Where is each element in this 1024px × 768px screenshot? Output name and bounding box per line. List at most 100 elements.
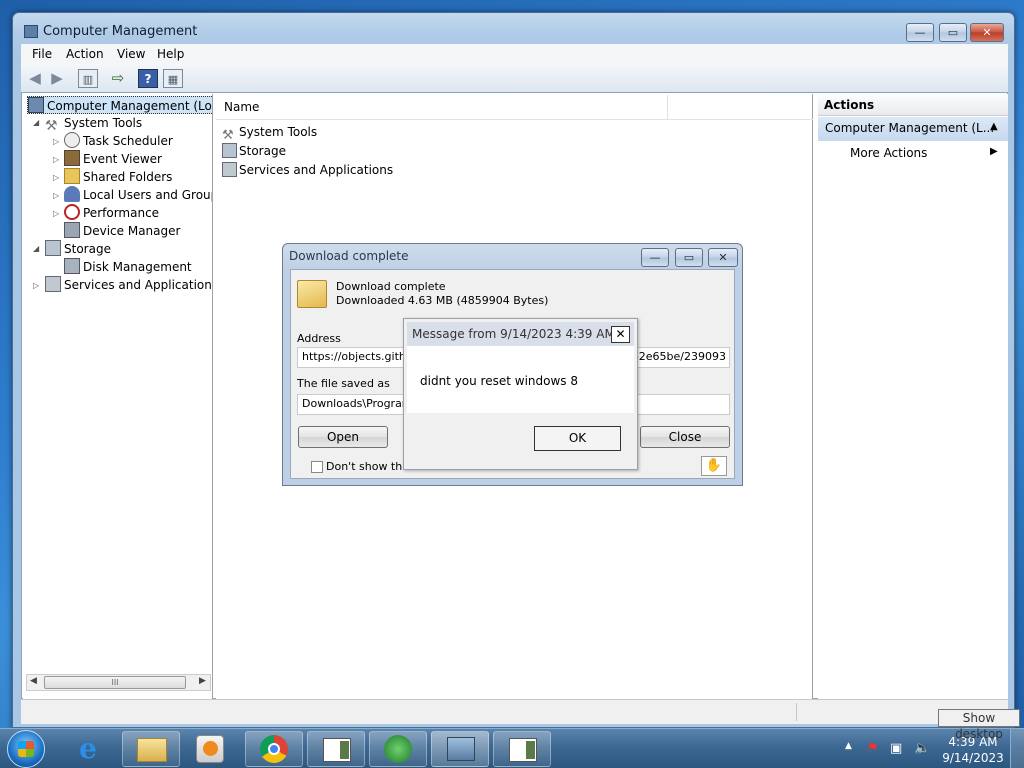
users-icon <box>64 186 80 202</box>
windows-logo-icon <box>18 741 34 757</box>
taskbar-chrome[interactable] <box>245 731 303 767</box>
tree-item-system-tools[interactable]: ⚒ System Tools <box>45 114 142 134</box>
dialog-maximize-button[interactable]: ▭ <box>675 248 703 267</box>
message-text: didnt you reset windows 8 <box>420 374 578 388</box>
media-player-icon[interactable] <box>196 735 224 763</box>
open-button[interactable]: Open <box>298 426 388 448</box>
services-icon <box>222 162 237 177</box>
more-actions[interactable]: More Actions ▶ <box>818 142 1008 164</box>
dialog-minimize-button[interactable]: — <box>641 248 669 267</box>
menu-file[interactable]: File <box>32 47 52 61</box>
tree-item-device-manager[interactable]: Device Manager <box>64 222 180 240</box>
message-title: Message from 9/14/2023 4:39 AM <box>412 327 615 341</box>
start-button[interactable] <box>7 730 45 768</box>
submenu-arrow-icon: ▶ <box>990 146 998 157</box>
expand-arrow-icon[interactable]: ▷ <box>33 281 39 290</box>
expand-arrow-icon[interactable]: ▷ <box>53 191 59 200</box>
status-divider <box>796 703 797 721</box>
scroll-right-icon[interactable]: ▶ <box>199 676 206 686</box>
taskbar-download-manager[interactable] <box>369 731 427 767</box>
computer-management-icon <box>447 737 475 761</box>
dialog-close-button[interactable]: ✕ <box>708 248 738 267</box>
console-tree: Computer Management (Local ◢ ⚒ System Too… <box>23 94 213 699</box>
tools-icon: ⚒ <box>45 118 58 134</box>
tools-icon: ⚒ <box>222 128 234 143</box>
tree-item-computer-management[interactable]: Computer Management (Local <box>27 96 212 114</box>
ok-button[interactable]: OK <box>534 426 621 451</box>
status-bar <box>21 699 1008 724</box>
message-dialog: Message from 9/14/2023 4:39 AM ✕ didnt y… <box>403 318 638 470</box>
actions-computer-management[interactable]: Computer Management (L... ▲ <box>818 117 1008 141</box>
column-header: Name <box>216 95 813 120</box>
storage-icon <box>45 240 61 256</box>
address-label: Address <box>297 332 341 345</box>
menu-action[interactable]: Action <box>66 47 104 61</box>
taskbar: e ▲ ⚑ ▣ 🔈 4:39 AM 9/14/2023 <box>0 728 1024 768</box>
menu-bar: File Action View Help <box>21 44 1008 65</box>
show-hide-tree-icon[interactable]: ▥ <box>78 69 98 88</box>
tree-item-event-viewer[interactable]: Event Viewer <box>64 150 162 168</box>
clock-icon <box>64 132 80 148</box>
folder-icon <box>137 738 167 762</box>
show-desktop-button[interactable] <box>1010 729 1024 768</box>
saved-as-label: The file saved as <box>297 377 390 390</box>
show-hidden-icons-icon[interactable]: ▲ <box>845 741 852 751</box>
tree-item-local-users[interactable]: Local Users and Groups <box>64 186 212 204</box>
download-heading: Download complete <box>336 280 446 293</box>
scroll-thumb[interactable]: III <box>44 676 186 689</box>
back-arrow-icon[interactable]: ◀ <box>25 69 45 88</box>
taskbar-explorer[interactable] <box>122 731 180 767</box>
taskbar-window-2[interactable] <box>493 731 551 767</box>
shared-folder-icon <box>64 168 80 184</box>
tree-horizontal-scrollbar[interactable]: ◀ III ▶ <box>26 674 211 691</box>
dialog-title: Download complete <box>289 249 409 263</box>
drag-hand-icon[interactable]: ✋ <box>701 456 727 476</box>
action-center-icon[interactable]: ⚑ <box>867 741 879 756</box>
volume-muted-icon[interactable]: 🔈 <box>914 741 930 756</box>
expand-arrow-icon[interactable]: ▷ <box>53 209 59 218</box>
window-title: Computer Management <box>43 24 198 39</box>
actions-pane: Actions Computer Management (L... ▲ More… <box>818 94 1008 699</box>
taskbar-window-1[interactable] <box>307 731 365 767</box>
storage-icon <box>222 143 237 158</box>
tree-item-storage[interactable]: Storage <box>45 240 111 258</box>
forward-arrow-icon[interactable]: ▶ <box>47 69 67 88</box>
close-download-button[interactable]: Close <box>640 426 730 448</box>
network-icon[interactable]: ▣ <box>890 741 902 756</box>
column-name-header[interactable]: Name <box>224 100 259 114</box>
tree-item-task-scheduler[interactable]: Task Scheduler <box>64 132 173 150</box>
expand-arrow-icon[interactable]: ▷ <box>53 173 59 182</box>
expand-arrow-icon[interactable]: ▷ <box>53 155 59 164</box>
computer-management-icon <box>24 25 38 38</box>
minimize-button[interactable]: — <box>906 23 934 42</box>
taskbar-computer-management[interactable] <box>431 731 489 767</box>
collapse-up-icon[interactable]: ▲ <box>990 121 998 132</box>
maximize-button[interactable]: ▭ <box>939 23 967 42</box>
disk-icon <box>64 258 80 274</box>
folder-icon <box>297 280 327 308</box>
menu-view[interactable]: View <box>117 47 145 61</box>
download-manager-icon <box>384 735 412 763</box>
export-list-icon[interactable]: ⇨ <box>108 69 128 88</box>
tree-item-services-apps[interactable]: Services and Applications <box>45 276 212 294</box>
tree-item-shared-folders[interactable]: Shared Folders <box>64 168 172 186</box>
app-window-icon <box>323 738 351 762</box>
help-icon[interactable]: ? <box>138 69 158 88</box>
collapse-arrow-icon[interactable]: ◢ <box>33 244 39 253</box>
tree-item-performance[interactable]: Performance <box>64 204 159 222</box>
list-item-storage[interactable]: Storage <box>222 142 286 161</box>
tree-item-disk-management[interactable]: Disk Management <box>64 258 192 276</box>
list-item-system-tools[interactable]: ⚒ System Tools <box>222 123 317 143</box>
show-hide-action-pane-icon[interactable]: ▦ <box>163 69 183 88</box>
internet-explorer-icon[interactable]: e <box>68 732 108 766</box>
list-item-services-apps[interactable]: Services and Applications <box>222 161 393 180</box>
download-size: Downloaded 4.63 MB (4859904 Bytes) <box>336 294 549 307</box>
message-close-button[interactable]: ✕ <box>611 326 630 343</box>
close-button[interactable]: ✕ <box>970 23 1004 42</box>
dont-show-checkbox[interactable] <box>311 461 323 473</box>
scroll-left-icon[interactable]: ◀ <box>30 676 37 686</box>
menu-help[interactable]: Help <box>157 47 184 61</box>
expand-arrow-icon[interactable]: ▷ <box>53 137 59 146</box>
collapse-arrow-icon[interactable]: ◢ <box>33 118 39 127</box>
computer-management-icon <box>28 97 44 113</box>
